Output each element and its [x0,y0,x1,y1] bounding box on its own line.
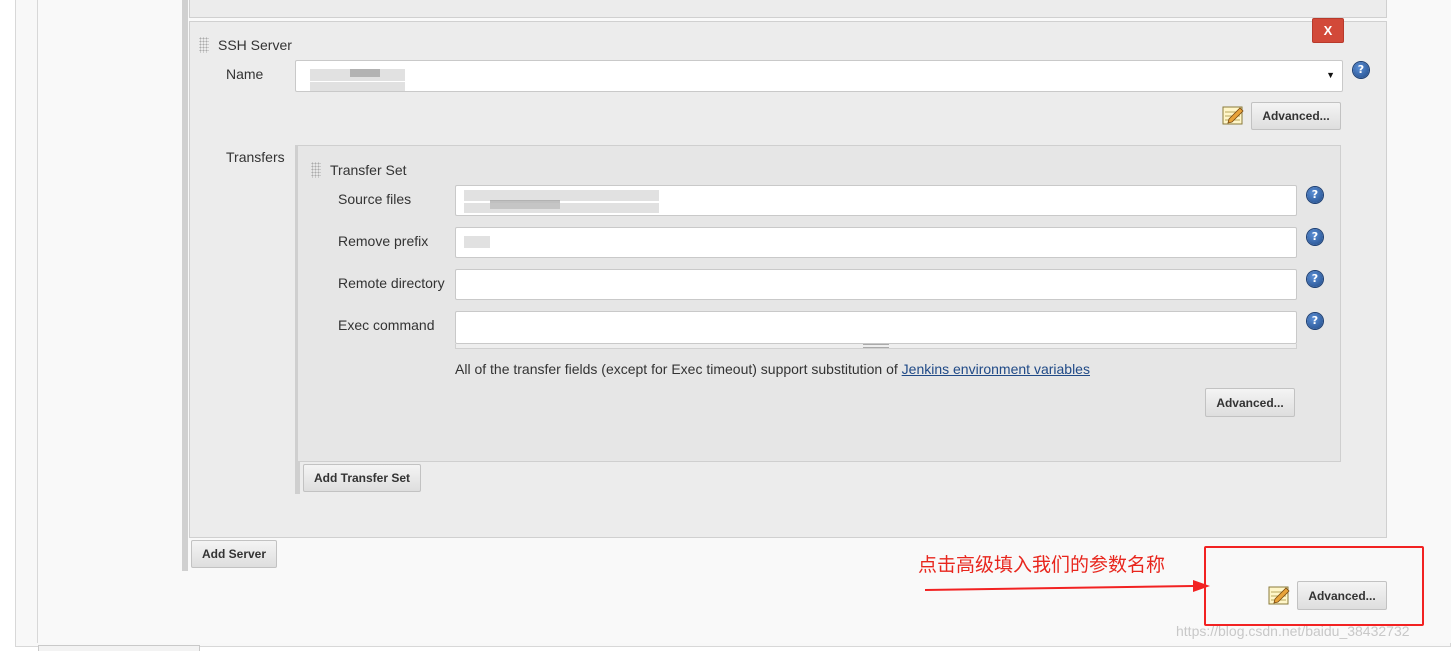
server-advanced-button[interactable]: Advanced... [1251,102,1341,130]
source-files-label: Source files [338,191,412,207]
server-name-select[interactable]: ▼ [295,60,1343,92]
drag-handle-icon[interactable] [199,37,209,53]
remote-directory-label: Remote directory [338,275,445,291]
notepad-icon [1222,105,1244,125]
add-server-button[interactable]: Add Server [191,540,277,568]
remove-prefix-label: Remove prefix [338,233,429,249]
transfer-fields-note: All of the transfer fields (except for E… [455,361,1090,377]
help-icon[interactable]: ? [1307,313,1323,329]
exec-command-textarea[interactable] [455,311,1297,344]
help-icon[interactable]: ? [1353,62,1369,78]
exec-command-label: Exec command [338,317,435,333]
redacted-value [310,82,405,92]
transfer-fields-note-text: All of the transfer fields (except for E… [455,361,902,377]
redacted-value [464,236,490,248]
chevron-down-icon: ▼ [1326,70,1335,80]
transfers-label: Transfers [226,149,285,165]
remove-prefix-input[interactable] [455,227,1297,258]
drag-handle-icon[interactable] [311,162,321,178]
resize-grip-icon[interactable] [863,344,889,348]
server-list-drag-bar[interactable] [182,0,188,571]
redacted-value [464,203,659,213]
previous-section-box [189,0,1387,18]
add-transfer-set-button[interactable]: Add Transfer Set [303,464,421,492]
transfer-set-heading: Transfer Set [330,162,407,178]
publisher-advanced-button[interactable]: Advanced... [1297,581,1387,610]
annotation-arrow [925,580,1210,592]
watermark: https://blog.csdn.net/baidu_38432732 [1176,623,1410,639]
annotation-text: 点击高级填入我们的参数名称 [918,555,1166,576]
remote-directory-input[interactable] [455,269,1297,300]
help-icon[interactable]: ? [1307,271,1323,287]
delete-server-button[interactable]: X [1312,18,1344,43]
help-icon[interactable]: ? [1307,229,1323,245]
transfer-advanced-button[interactable]: Advanced... [1205,388,1295,417]
notepad-icon [1268,585,1290,605]
bottom-tab[interactable] [38,645,200,651]
ssh-server-heading: SSH Server [218,37,292,53]
name-label: Name [226,66,264,82]
redacted-value [350,69,380,77]
jenkins-env-vars-link[interactable]: Jenkins environment variables [902,361,1090,377]
help-icon[interactable]: ? [1307,187,1323,203]
